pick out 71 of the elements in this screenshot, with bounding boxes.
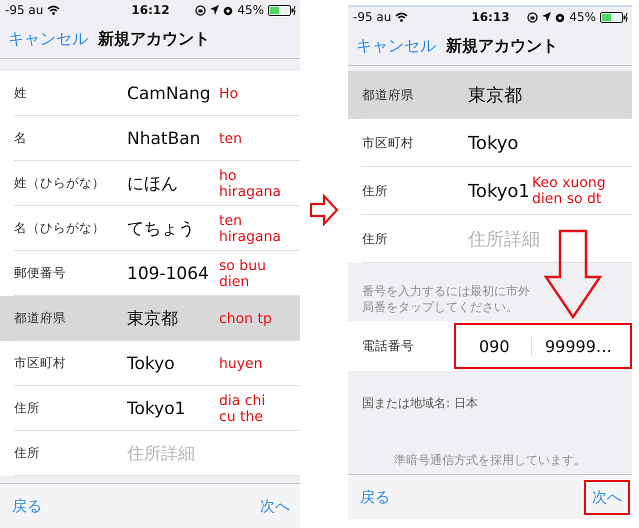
- wifi-icon: [47, 5, 60, 15]
- field-value: 東京都: [468, 84, 523, 107]
- field-label: 住所: [14, 400, 41, 417]
- annotation-text: dia chi cu the: [219, 392, 266, 424]
- field-label: 名（ひらがな）: [14, 220, 106, 237]
- carrier-label: -95 au: [353, 10, 392, 24]
- field-value: てちょう: [127, 218, 196, 240]
- annotation-text: ten hiragana: [219, 212, 282, 244]
- battery-percent: 45%: [569, 10, 596, 24]
- input-field[interactable]: 住所詳細: [468, 228, 564, 250]
- location-arrow-icon: [542, 12, 552, 22]
- rotation-lock-icon: [195, 4, 206, 16]
- annotation-text: Ho: [219, 86, 238, 102]
- field-label: 都道府県: [14, 310, 67, 327]
- battery-percent: 45%: [237, 3, 264, 17]
- form-row[interactable]: 姓 CamNang Ho: [0, 71, 300, 116]
- wifi-icon: [395, 12, 408, 22]
- field-label: 市区町村: [14, 355, 67, 372]
- field-value: 109-1064: [127, 264, 210, 284]
- field-label: 電話番号: [362, 338, 415, 354]
- field-value: にほん: [127, 173, 179, 195]
- clock-time: 16:13: [471, 10, 510, 24]
- field-label: 住所: [14, 445, 41, 462]
- field-value: 東京都: [127, 308, 179, 330]
- field-label: 住所: [362, 182, 389, 200]
- form-row[interactable]: 市区町村 Tokyo huyen: [0, 341, 300, 386]
- field-value: Tokyo1: [127, 398, 186, 418]
- rotation-lock-icon: [527, 12, 538, 22]
- field-value: Tokyo: [468, 132, 520, 154]
- form-row[interactable]: 住所 Tokyo1 dia chi cu the: [0, 386, 300, 431]
- annotation-text: so buu dien: [219, 258, 266, 290]
- screen-title: 新規アカウント: [98, 28, 210, 50]
- carrier-label: -95 au: [5, 3, 44, 17]
- screen-title: 新規アカウント: [446, 36, 558, 56]
- phone-number-field[interactable]: 99999…: [532, 336, 612, 356]
- form-row[interactable]: 住所 住所詳細: [0, 431, 300, 476]
- form-row[interactable]: 住所 住所詳細: [348, 215, 632, 263]
- field-label: 名: [14, 130, 28, 147]
- clock-time: 16:12: [131, 3, 170, 17]
- field-label: 姓（ひらがな）: [14, 175, 106, 192]
- form-row[interactable]: 名 NhatBan ten: [0, 116, 300, 161]
- form-row[interactable]: 姓（ひらがな） にほん ho hiragana: [0, 161, 300, 206]
- annotation-text: Keo xuong dien so dt: [532, 175, 606, 207]
- annotation-text: ten: [219, 130, 242, 146]
- field-value: NhatBan: [127, 128, 202, 148]
- area-code-field[interactable]: 090: [456, 336, 532, 356]
- field-value: Tokyo1: [468, 180, 531, 202]
- input-field[interactable]: 住所詳細: [127, 444, 215, 464]
- form-row[interactable]: 都道府県 東京都: [348, 71, 632, 119]
- field-label: 郵便番号: [14, 265, 67, 282]
- alarm-clock-icon: [555, 12, 566, 22]
- battery-icon: [268, 4, 296, 16]
- field-label: 姓: [14, 85, 28, 102]
- right-arrow-icon: [309, 194, 339, 226]
- field-label: 市区町村: [362, 134, 415, 152]
- form-row[interactable]: 名（ひらがな） てちょう ten hiragana: [0, 206, 300, 251]
- field-label: 住所: [362, 230, 389, 248]
- country-text: 国または地域名: 日本: [361, 395, 479, 412]
- location-arrow-icon: [210, 5, 220, 15]
- form-row[interactable]: 市区町村 Tokyo: [348, 119, 632, 167]
- security-text: 準暗号通信方式を採用しています。: [393, 452, 587, 468]
- form-row[interactable]: 都道府県 東京都 chon tp: [0, 296, 300, 341]
- alarm-clock-icon: [223, 4, 234, 16]
- field-value: CamNang: [127, 84, 212, 104]
- field-label: 都道府県: [362, 86, 415, 104]
- hint-text: 番号を入力するには最初に市外局番をタップしてください。: [362, 283, 531, 315]
- field-value: Tokyo: [127, 354, 176, 374]
- battery-icon: [600, 12, 628, 22]
- annotation-text: chon tp: [219, 310, 272, 326]
- annotation-text: huyen: [219, 356, 263, 372]
- annotation-text: ho hiragana: [219, 168, 282, 200]
